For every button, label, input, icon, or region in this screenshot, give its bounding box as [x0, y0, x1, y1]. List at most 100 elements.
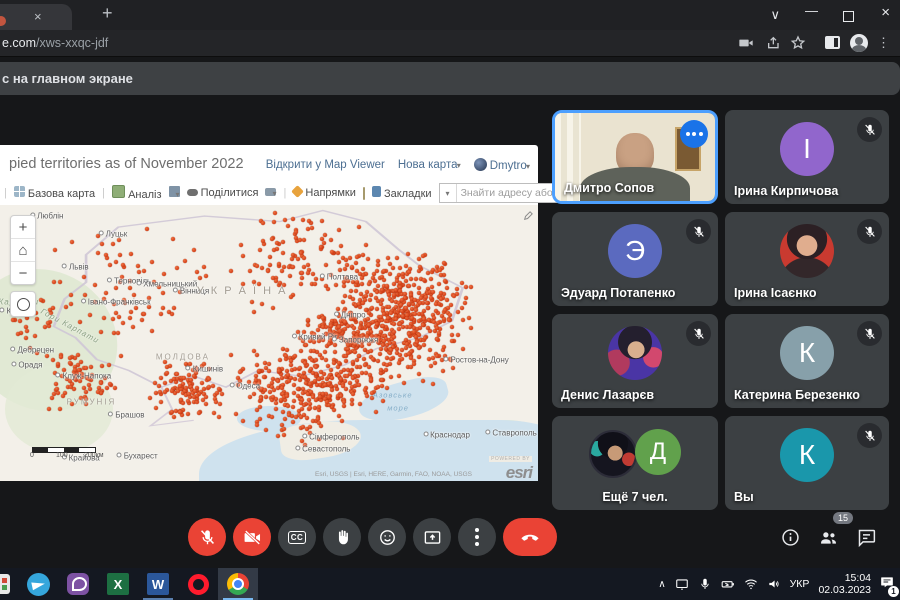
tile-options-icon[interactable] — [680, 120, 708, 148]
avatar: К — [780, 428, 834, 482]
esri-logo: POWERED BY esri — [489, 447, 532, 480]
leave-call-button[interactable] — [503, 518, 557, 556]
directions-button[interactable]: Напрямки — [293, 187, 356, 199]
url-text[interactable]: e.com/xws-xxqc-jdf — [2, 36, 108, 50]
window-menu-icon[interactable]: ∨ — [770, 8, 780, 21]
window-restore-icon[interactable] — [843, 11, 854, 22]
participant-tile-eduard-potapenko[interactable]: Э Эдуард Потапенко — [552, 212, 718, 306]
participant-grid: Дмитро Сопов І Ірина Кирпичова Э Эдуард … — [552, 110, 889, 510]
window-minimize-icon[interactable]: — — [805, 4, 818, 17]
taskbar-apps: X W — [0, 568, 258, 600]
participant-tile-denys-lazarev[interactable]: Денис Лазарєв — [552, 314, 718, 408]
home-button[interactable]: ⌂ — [11, 239, 35, 262]
chrome-app-icon[interactable] — [218, 568, 258, 600]
edit-map-icon[interactable] — [523, 208, 533, 226]
opera-app-icon[interactable] — [178, 568, 218, 600]
print-button[interactable]: ▾ — [265, 187, 276, 199]
map-header-links: Відкрити у Map Viewer Нова карта ▾ Dmytr… — [266, 158, 530, 172]
presenting-banner: с на главном экране — [0, 62, 900, 95]
camera-permission-icon[interactable] — [738, 35, 756, 51]
taskbar-clock[interactable]: 15:04 02.03.2023 — [818, 572, 871, 596]
word-app-icon[interactable]: W — [138, 568, 178, 600]
meet-control-bar: CC — [188, 518, 557, 556]
wifi-icon[interactable] — [744, 577, 758, 591]
participant-tile-dmytro-sopov[interactable]: Дмитро Сопов — [552, 110, 718, 204]
zoom-in-button[interactable]: + — [11, 216, 35, 239]
tray-chevron-icon[interactable]: ∧ — [658, 579, 665, 590]
participant-name: Катерина Березенко — [734, 388, 860, 402]
viber-app-icon[interactable] — [58, 568, 98, 600]
tab-favicon-icon — [0, 16, 6, 26]
action-center-icon[interactable]: 1 — [880, 575, 894, 594]
search-dropdown-icon[interactable]: ▾ — [440, 184, 457, 202]
participants-panel-icon[interactable] — [818, 527, 839, 553]
tray-mic-icon[interactable] — [698, 577, 712, 591]
map-zoom-controls: + ⌂ − — [10, 215, 36, 285]
avatar-photo — [589, 430, 637, 478]
mic-toggle-button[interactable] — [188, 518, 226, 556]
browser-tab[interactable]: × — [0, 4, 72, 30]
scale-200km: 200км — [84, 452, 104, 459]
participant-name: Дмитро Сопов — [564, 181, 654, 195]
url-host: e.com — [2, 36, 36, 50]
screen-cast-icon[interactable] — [675, 577, 689, 591]
url-path: /xws-xxqc-jdf — [36, 36, 108, 50]
participant-name: Ірина Кирпичова — [734, 184, 838, 198]
map-toolbar: | Базова карта | Аналіз ▾ Поділитися ▾ |… — [0, 181, 542, 205]
reactions-button[interactable] — [368, 518, 406, 556]
language-indicator[interactable]: УКР — [790, 578, 810, 590]
raise-hand-button[interactable] — [323, 518, 361, 556]
mic-off-icon — [857, 117, 882, 142]
browser-menu-icon[interactable]: ⋮ — [877, 35, 890, 51]
participant-tile-iryna-isaenko[interactable]: Ірина Ісаєнко — [725, 212, 889, 306]
basemap-button[interactable]: Базова карта — [14, 186, 95, 200]
store-app-icon[interactable] — [0, 568, 18, 600]
system-tray: ∧ УКР 15:04 02.03.2023 1 — [658, 572, 900, 596]
bookmark-star-icon[interactable] — [790, 35, 808, 51]
chat-panel-icon[interactable] — [856, 527, 877, 553]
scale-bar: 0 100 200км — [32, 447, 96, 453]
window-close-icon[interactable]: × — [881, 6, 890, 19]
battery-icon[interactable] — [721, 577, 735, 591]
participant-name: Денис Лазарєв — [561, 388, 654, 402]
overflow-label: Ещё 7 чел. — [552, 490, 718, 504]
participant-tile-you[interactable]: К Вы — [725, 416, 889, 510]
analysis-button[interactable]: Аналіз — [112, 185, 162, 201]
participant-name: Вы — [734, 490, 754, 504]
captions-button[interactable]: CC — [278, 518, 316, 556]
windows-taskbar: X W ∧ УКР 15:04 02.03.2023 1 — [0, 568, 900, 600]
share-map-button[interactable]: Поділитися — [187, 187, 259, 199]
map-attribution: Esri, USGS | Esri, HERE, Garmin, FAO, NO… — [315, 471, 472, 478]
save-button[interactable]: ▾ — [169, 186, 180, 200]
present-screen-button[interactable] — [413, 518, 451, 556]
share-icon[interactable] — [766, 35, 784, 51]
bookmarks-button[interactable]: Закладки — [372, 186, 432, 200]
camera-toggle-button[interactable] — [233, 518, 271, 556]
speaker-icon[interactable] — [767, 577, 781, 591]
new-map-menu[interactable]: Нова карта ▾ — [398, 159, 461, 171]
locate-button[interactable] — [10, 291, 36, 317]
analysis-icon — [112, 185, 125, 198]
mic-off-icon — [686, 219, 711, 244]
user-menu[interactable]: Dmytro ▾ — [474, 158, 530, 172]
bookmarks-icon — [372, 186, 381, 197]
excel-app-icon[interactable]: X — [98, 568, 138, 600]
new-tab-button[interactable]: + — [102, 3, 113, 24]
profile-avatar[interactable] — [850, 34, 868, 52]
scale-0: 0 — [30, 452, 34, 459]
participant-tile-kateryna-berezenko[interactable]: К Катерина Березенко — [725, 314, 889, 408]
more-options-button[interactable] — [458, 518, 496, 556]
participant-tile-iryna-kyrpychova[interactable]: І Ірина Кирпичова — [725, 110, 889, 204]
address-bar[interactable]: e.com/xws-xxqc-jdf ⋮ — [0, 30, 900, 57]
overflow-tile-more-people[interactable]: Д Ещё 7 чел. — [552, 416, 718, 510]
telegram-app-icon[interactable] — [18, 568, 58, 600]
open-map-viewer-link[interactable]: Відкрити у Map Viewer — [266, 159, 385, 171]
measure-icon[interactable] — [363, 187, 365, 200]
mic-off-icon — [686, 321, 711, 346]
zoom-out-button[interactable]: − — [11, 262, 35, 284]
map-canvas[interactable]: ЛюблінЛуцькЛьвівТернопільХмельницькийІва… — [0, 205, 538, 481]
tab-close-icon[interactable]: × — [34, 9, 42, 24]
side-panel-icon[interactable] — [825, 36, 840, 49]
scale-100: 100 — [56, 452, 68, 459]
meeting-details-icon[interactable] — [780, 527, 801, 553]
